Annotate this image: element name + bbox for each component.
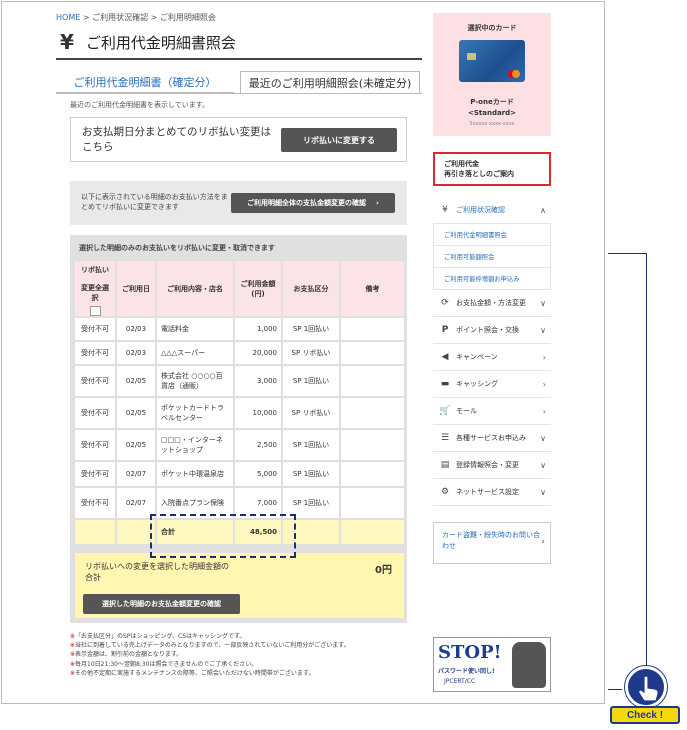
breadcrumb-item-status[interactable]: ご利用状況確認 (92, 13, 148, 22)
point-icon: P (441, 325, 449, 335)
stop-password-banner[interactable]: STOP! パスワード使い回し! JPCERT/CC (433, 637, 551, 692)
note-line: ※毎月10日21:30～翌朝8:30は照会できませんのでご了承ください。 (70, 660, 258, 668)
note-line: ※「お支払区分」のSPはショッピング、CSはキャッシングです。 (70, 633, 246, 640)
card-image (459, 40, 525, 82)
tab-divider (56, 93, 422, 94)
chevron-down-icon: ∨ (540, 460, 546, 470)
cart-icon: 🛒 (439, 406, 451, 416)
chevron-right-icon: › (542, 379, 546, 389)
document-icon: ▤ (440, 460, 450, 470)
hand-icon (512, 642, 546, 688)
chevron-right-icon: › (376, 199, 379, 207)
sidebar-item-usage-status[interactable]: ¥ ご利用状況確認 ∧ (433, 197, 551, 224)
tab-confirmed-statement[interactable]: ご利用代金明細書（確定分） (56, 71, 234, 93)
card-icon: ▬ (440, 379, 450, 389)
change-to-revo-button[interactable]: リボ払いに変更する (281, 128, 397, 152)
sidebar-item-mall[interactable]: 🛒 モール › (433, 398, 551, 425)
header-amount: ご利用金額(円) (235, 261, 283, 316)
sidebar-item-payment-change[interactable]: ⟳ お支払金額・方法変更 ∨ (433, 290, 551, 317)
select-all-checkbox[interactable] (89, 306, 101, 316)
table-row: 受付不可 02/03 電話料金 1,000 SP 1回払い (75, 318, 404, 340)
table-note: 選択した明細のみのお支払いをリボ払いに変更・取消できます (79, 244, 275, 252)
check-label: Check ! (610, 706, 680, 724)
sidebar-item-points[interactable]: P ポイント照会・交換 ∨ (433, 317, 551, 344)
breadcrumb: HOME > ご利用状況確認 > ご利用明細照会 (56, 13, 216, 22)
header-description: ご利用内容・店名 (157, 261, 235, 316)
confirm-all-text: 以下に表示されている明細のお支払い方法をまとめてリボ払いに変更できます (81, 193, 228, 211)
sidebar-submenu: ご利用代金明細書照会 ご利用可能額照会 ご利用可能枠増額お申込み (433, 224, 551, 290)
submenu-statement[interactable]: ご利用代金明細書照会 (434, 224, 550, 246)
highlight-dashed-box (150, 514, 296, 558)
card-number: 5xxxxx-xxxx-xxxx (469, 121, 515, 127)
sidebar-menu: ¥ ご利用状況確認 ∧ ご利用代金明細書照会 ご利用可能額照会 ご利用可能枠増額… (433, 197, 551, 506)
description-text: 最近のご利用代金明細書を表示しています。 (70, 101, 210, 109)
selected-total-amount: 0円 (375, 565, 392, 576)
chevron-right-icon: › (542, 406, 546, 416)
note-line: ※その他不定期に実施するメンテナンスの際等、ご照会いただけない時間帯がございます… (70, 669, 315, 677)
confirm-all-box: 以下に表示されている明細のお支払い方法をまとめてリボ払いに変更できます ご利用明… (70, 181, 407, 225)
confirm-all-button-label: ご利用明細全体の支払金額変更の確認 (247, 199, 367, 207)
chevron-up-icon: ∧ (540, 205, 546, 215)
chevron-down-icon: ∨ (540, 325, 546, 335)
table-row: 受付不可 02/03 △△△スーパー 20,000 SP リボ払い (75, 342, 404, 364)
chevron-right-icon: › (542, 352, 546, 362)
tab-recent-unconfirmed[interactable]: 最近のご利用明細照会(未確定分) (240, 71, 420, 93)
table-row: 受付不可 02/05 ポケットカードトラベルセンター 10,000 SP リボ払… (75, 398, 404, 428)
table-row: 受付不可 02/05 株式会社 ○○○○百貨店（通販） 3,000 SP 1回払… (75, 366, 404, 396)
title-divider (56, 58, 422, 60)
yen-icon: ¥ (60, 30, 74, 54)
sidebar-item-registration[interactable]: ▤ 登録情報照会・変更 ∨ (433, 452, 551, 479)
revo-all-box: お支払期日分まとめてのリボ払い変更はこちら リボ払いに変更する (70, 117, 407, 162)
sidebar-item-campaign[interactable]: ◀ キャンペーン › (433, 344, 551, 371)
callout-connector (646, 253, 647, 690)
callout-connector (608, 689, 622, 690)
selected-total-box: リボ払いへの変更を選択した明細金額の合計 0円 選択した明細のお支払金額変更の確… (75, 553, 404, 618)
chevron-down-icon: ∨ (540, 433, 546, 443)
selected-card-label: 選択中のカード (467, 24, 517, 32)
table-row: 受付不可 02/07 ポケット中環温泉店 5,000 SP 1回払い (75, 462, 404, 486)
list-icon: ☰ (440, 433, 450, 443)
yen-icon: ¥ (442, 205, 448, 215)
gear-icon: ⚙ (440, 487, 450, 497)
card-chip-icon (467, 53, 476, 60)
header-payment: お支払区分 (283, 261, 341, 316)
page-title: ご利用代金明細書照会 (85, 33, 236, 52)
selected-card-panel: 選択中のカード P-oneカード <Standard> 5xxxxx-xxxx-… (433, 13, 551, 136)
table-header: リボ払い 変更全選択 ご利用日 ご利用内容・店名 ご利用金額(円) お支払区分 … (75, 261, 404, 316)
chevron-right-icon: › (541, 537, 545, 547)
pointing-hand-icon (625, 666, 667, 708)
selected-total-text: リボ払いへの変更を選択した明細金額の合計 (85, 562, 229, 582)
confirm-all-button[interactable]: ご利用明細全体の支払金額変更の確認 › (231, 193, 395, 213)
sidebar-item-services[interactable]: ☰ 各種サービスお申込み ∨ (433, 425, 551, 452)
breadcrumb-home[interactable]: HOME (56, 13, 80, 22)
refresh-icon: ⟳ (441, 298, 449, 308)
header-memo: 備考 (341, 261, 404, 316)
title-row: ¥ ご利用代金明細書照会 (60, 30, 236, 54)
chevron-down-icon: ∨ (540, 298, 546, 308)
note-line: ※当社に到着している売上げデータのみとなりますので、一部反映されていないご利用分… (70, 642, 350, 650)
header-revo: リボ払い 変更全選択 (75, 261, 117, 316)
mastercard-icon (508, 70, 520, 78)
chevron-down-icon: ∨ (540, 487, 546, 497)
confirm-selected-button[interactable]: 選択した明細のお支払金額変更の確認 (83, 594, 240, 614)
note-line: ※表示金額は、割引前の金額となります。 (70, 651, 183, 659)
revo-all-text: お支払期日分まとめてのリボ払い変更はこちら (82, 126, 271, 153)
statement-table-area: 選択した明細のみのお支払いをリボ払いに変更・取消できます リボ払い 変更全選択 … (70, 235, 407, 623)
card-name: P-oneカード <Standard> (467, 98, 517, 117)
notes: ※「お支払区分」のSPはショッピング、CSはキャッシングです。 ※当社に到着して… (70, 632, 350, 678)
submenu-limit-increase[interactable]: ご利用可能枠増額お申込み (434, 268, 550, 290)
statement-table: リボ払い 変更全選択 ご利用日 ご利用内容・店名 ご利用金額(円) お支払区分 … (75, 261, 404, 546)
submenu-available-amount[interactable]: ご利用可能額照会 (434, 246, 550, 268)
table-row: 受付不可 02/05 □□□・インターネットショップ 2,500 SP 1回払い (75, 430, 404, 460)
rewithdrawal-notice-link[interactable]: ご利用代金 再引き落としのご案内 (433, 152, 551, 186)
breadcrumb-item-current: ご利用明細照会 (159, 13, 216, 22)
megaphone-icon: ◀ (441, 352, 449, 362)
card-theft-contact-link[interactable]: カード盗難・紛失時のお問い合わせ › (433, 522, 551, 564)
sidebar-item-net-settings[interactable]: ⚙ ネットサービス設定 ∨ (433, 479, 551, 506)
callout-connector (608, 253, 647, 254)
header-date: ご利用日 (117, 261, 157, 316)
sidebar-item-cashing[interactable]: ▬ キャッシング › (433, 371, 551, 398)
